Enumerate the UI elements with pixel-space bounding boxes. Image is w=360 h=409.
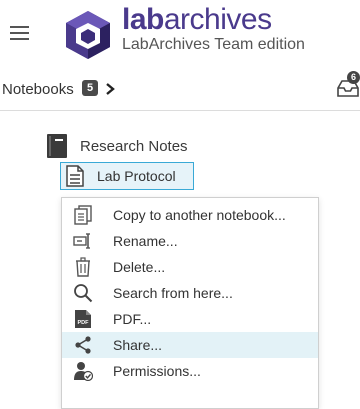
menu-item-label: Search from here... <box>113 285 233 301</box>
menu-item-label: Share... <box>113 337 163 353</box>
menu-item-label: Copy to another notebook... <box>113 207 286 223</box>
svg-text:PDF: PDF <box>78 320 90 326</box>
menu-item-delete[interactable]: Delete... <box>62 254 318 280</box>
tree-notebook-label: Research Notes <box>80 138 188 155</box>
trash-icon <box>76 257 90 277</box>
notebook-icon <box>47 134 67 158</box>
brand-name-light: archives <box>163 3 272 36</box>
tree-page-lab-protocol[interactable]: Lab Protocol <box>60 162 194 190</box>
menu-item-permissions[interactable]: Permissions... <box>62 358 318 384</box>
menu-item-share[interactable]: Share... <box>62 332 318 358</box>
menu-item-rename[interactable]: Rename... <box>62 228 318 254</box>
brand-edition: LabArchives Team edition <box>122 36 305 53</box>
permissions-icon <box>74 362 93 381</box>
page-context-menu: Copy to another notebook... Rename... De… <box>61 197 319 409</box>
document-icon <box>66 165 84 187</box>
menu-item-copy[interactable]: Copy to another notebook... <box>62 202 318 228</box>
labarchives-logo-icon[interactable] <box>62 9 114 61</box>
menu-item-search[interactable]: Search from here... <box>62 280 318 306</box>
app-header: labarchives LabArchives Team edition <box>0 0 360 62</box>
notebooks-bar: Notebooks 5 6 <box>0 62 360 111</box>
brand: labarchives LabArchives Team edition <box>122 4 305 54</box>
hamburger-icon[interactable] <box>10 26 29 40</box>
menu-item-label: Permissions... <box>113 363 201 379</box>
copy-icon <box>74 205 92 225</box>
share-icon <box>75 336 91 354</box>
menu-item-label: Rename... <box>113 233 178 249</box>
notebooks-label[interactable]: Notebooks <box>2 81 74 98</box>
inbox-count-badge: 6 <box>347 71 360 84</box>
menu-item-label: Delete... <box>113 259 166 275</box>
tree-page-label: Lab Protocol <box>97 168 176 184</box>
menu-item-pdf[interactable]: PDF PDF... <box>62 306 318 332</box>
search-icon <box>74 284 93 303</box>
rename-icon <box>73 233 90 249</box>
notebooks-count-badge: 5 <box>82 80 98 96</box>
brand-name-bold: lab <box>122 3 164 36</box>
pdf-icon: PDF <box>75 310 91 328</box>
chevron-right-icon[interactable] <box>103 82 117 96</box>
brand-name: labarchives <box>122 4 305 36</box>
menu-item-label: PDF... <box>113 311 152 327</box>
